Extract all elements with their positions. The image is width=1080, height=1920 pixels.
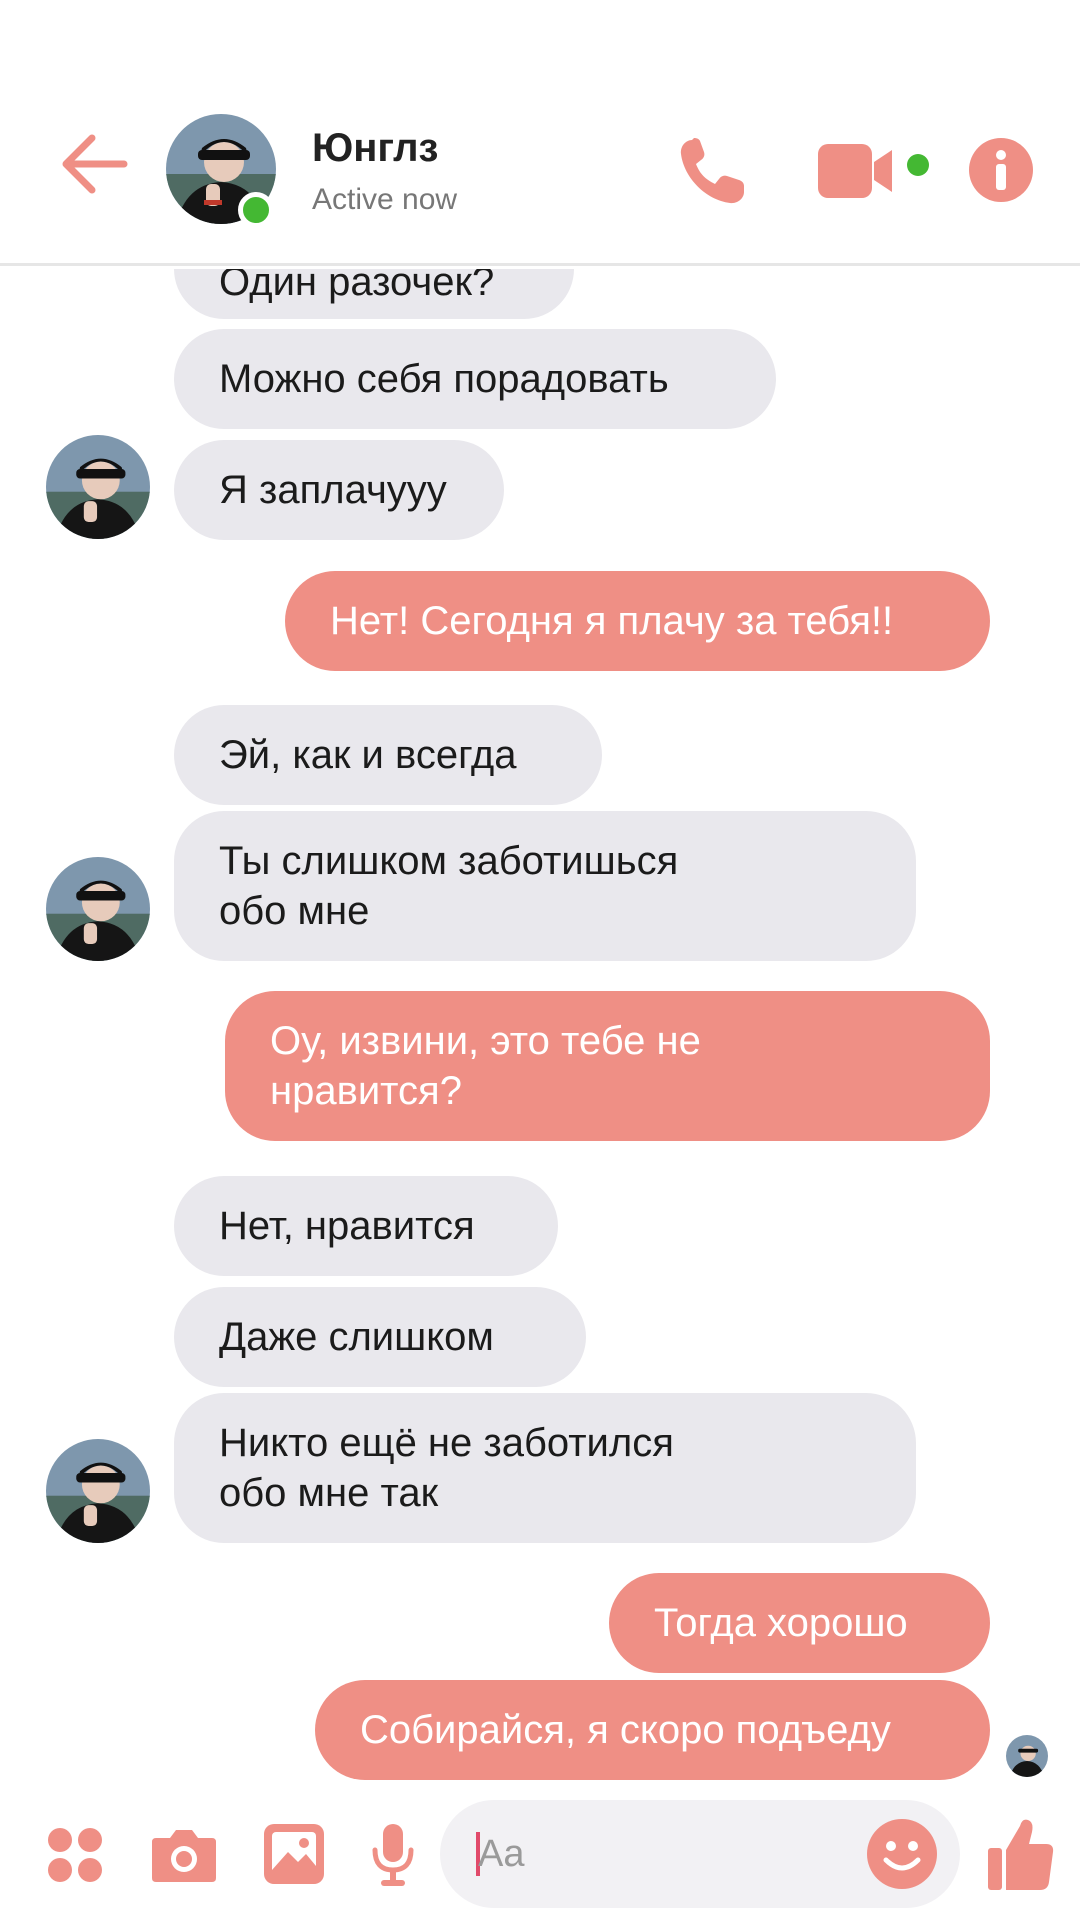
message-bubble-incoming[interactable]: Ты слишком заботишься обо мне — [174, 811, 916, 961]
back-arrow-icon[interactable] — [58, 128, 130, 200]
message-bubble-outgoing[interactable]: Собирайся, я скоро подъеду — [315, 1680, 990, 1780]
info-icon[interactable] — [968, 137, 1034, 203]
message-bubble-outgoing[interactable]: Нет! Сегодня я плачу за тебя!! — [285, 571, 990, 671]
message-bubble-incoming[interactable]: Можно себя порадовать — [174, 329, 776, 429]
message-text: Нет! Сегодня я плачу за тебя!! — [330, 599, 894, 643]
message-text-line: обо мне так — [219, 1471, 439, 1515]
video-camera-icon[interactable] — [816, 140, 934, 202]
message-thread[interactable]: Один разочек? Можно себя порадовать Я за… — [0, 269, 1080, 1793]
emoji-icon[interactable] — [866, 1818, 938, 1890]
gallery-icon[interactable] — [262, 1822, 326, 1886]
camera-icon[interactable] — [150, 1826, 218, 1884]
contact-name[interactable]: Юнглз — [312, 126, 438, 171]
contact-status: Active now — [312, 183, 458, 216]
message-text-line: Ты слишком заботишься — [219, 839, 679, 883]
message-text: Один разочек? — [219, 269, 495, 304]
message-text-line: нравится? — [270, 1069, 462, 1113]
message-text-line: Оу, извини, это тебе не — [270, 1019, 701, 1063]
message-bubble-outgoing[interactable]: Тогда хорошо — [609, 1573, 990, 1673]
microphone-icon[interactable] — [370, 1822, 416, 1888]
seen-avatar — [1006, 1735, 1048, 1777]
message-text-line: Никто ещё не заботился — [219, 1421, 674, 1465]
message-bubble-outgoing[interactable]: Оу, извини, это тебе не нравится? — [225, 991, 990, 1141]
sender-avatar[interactable] — [46, 435, 150, 539]
message-bubble-incoming[interactable]: Один разочек? — [174, 269, 574, 319]
message-bubble-incoming[interactable]: Я заплачууу — [174, 440, 504, 540]
message-text: Я заплачууу — [219, 468, 447, 512]
message-text-line: обо мне — [219, 889, 370, 933]
thumbs-up-icon[interactable] — [986, 1816, 1056, 1892]
phone-icon[interactable] — [676, 134, 750, 208]
message-text: Даже слишком — [219, 1315, 494, 1359]
message-bubble-incoming[interactable]: Эй, как и всегда — [174, 705, 602, 805]
message-bubble-incoming[interactable]: Никто ещё не заботился обо мне так — [174, 1393, 916, 1543]
sender-avatar[interactable] — [46, 857, 150, 961]
message-bubble-incoming[interactable]: Нет, нравится — [174, 1176, 558, 1276]
message-text: Можно себя порадовать — [219, 357, 669, 401]
message-bubble-incoming[interactable]: Даже слишком — [174, 1287, 586, 1387]
apps-grid-icon[interactable] — [46, 1826, 104, 1884]
sender-avatar[interactable] — [46, 1439, 150, 1543]
message-text: Собирайся, я скоро подъеду — [360, 1708, 891, 1752]
message-text: Тогда хорошо — [654, 1601, 908, 1645]
message-text: Эй, как и всегда — [219, 733, 517, 777]
chat-header: Юнглз Active now — [0, 0, 1080, 266]
message-text: Нет, нравится — [219, 1204, 475, 1248]
online-indicator — [238, 192, 274, 228]
message-input-placeholder: Aa — [478, 1833, 525, 1875]
